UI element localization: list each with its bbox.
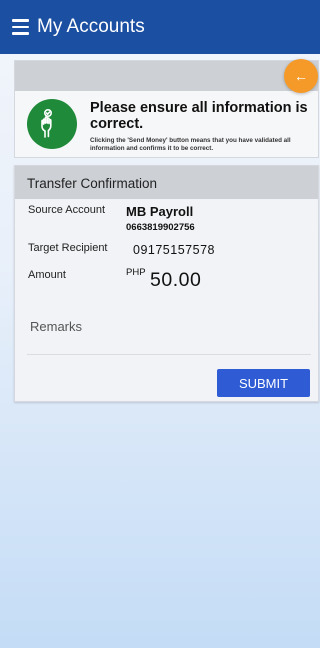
source-account-label: Source Account	[28, 204, 106, 216]
notice-text: Clicking the 'Send Money' button means t…	[90, 137, 291, 152]
amount-value: 50.00	[150, 269, 202, 291]
transfer-confirmation-card: Transfer Confirmation Source Account MB …	[14, 165, 319, 402]
notice-card: Please ensure all information is correct…	[14, 60, 319, 158]
amount-label: Amount	[28, 269, 66, 281]
submit-button[interactable]: SUBMIT	[217, 369, 310, 397]
app-bar-title: My Accounts	[37, 16, 145, 37]
target-recipient-value: 09175157578	[133, 243, 215, 257]
notice-card-header	[15, 61, 318, 91]
remarks-input[interactable]: Remarks	[30, 319, 82, 334]
app-bar: My Accounts	[0, 0, 320, 54]
back-arrow-icon[interactable]: ←	[284, 59, 318, 93]
target-recipient-label: Target Recipient	[28, 242, 108, 254]
remarks-underline	[27, 354, 311, 355]
source-account-name: MB Payroll	[126, 204, 194, 219]
hand-check-icon	[27, 99, 77, 149]
hamburger-menu-icon[interactable]	[0, 0, 36, 54]
transfer-confirmation-header: Transfer Confirmation	[15, 166, 318, 199]
amount-currency: PHP	[126, 267, 146, 278]
notice-title: Please ensure all information is correct…	[90, 100, 308, 132]
source-account-number: 0663819902756	[126, 222, 195, 233]
